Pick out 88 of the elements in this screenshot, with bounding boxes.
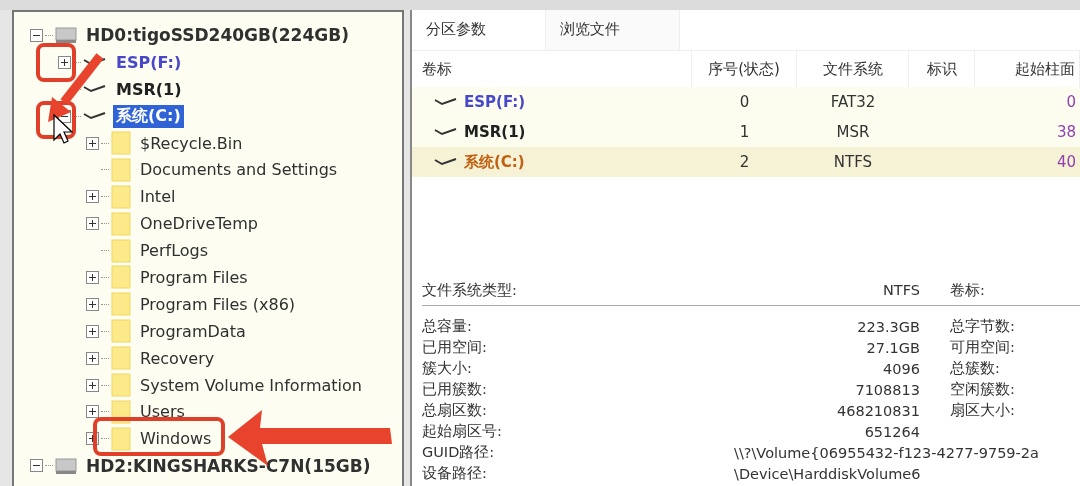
field-value: 27.1GB xyxy=(865,339,920,356)
field-label: 总字节数: xyxy=(950,317,1015,336)
field-label: 已用簇数: xyxy=(422,380,488,399)
field-label: 空闲簇数: xyxy=(950,380,1015,399)
field-label: 总容量: xyxy=(422,317,473,336)
tree-item[interactable]: Intel xyxy=(137,186,179,208)
field-label: 文件系统类型: xyxy=(422,280,518,300)
folder-icon xyxy=(111,157,131,182)
collapse-icon[interactable] xyxy=(30,28,43,42)
tree-item[interactable]: $Recycle.Bin xyxy=(137,132,246,154)
field-value: 7108813 xyxy=(854,381,920,398)
field-value: \Device\HarddiskVolume6 xyxy=(734,465,921,482)
folder-icon xyxy=(111,373,131,397)
disk-icon xyxy=(55,26,77,45)
folder-icon xyxy=(111,319,131,344)
tree-item[interactable]: Program Files (x86) xyxy=(137,293,299,315)
field-label: 设备路径: xyxy=(422,464,488,483)
folder-icon xyxy=(111,131,131,155)
folder-icon xyxy=(111,184,131,209)
expand-icon[interactable] xyxy=(86,270,99,284)
tree-item[interactable]: ESP(F:) xyxy=(113,51,185,73)
collapse-icon[interactable] xyxy=(30,459,43,473)
table-cell: MSR xyxy=(836,123,870,141)
field-value: 468210831 xyxy=(835,402,920,419)
field-value: \\?\Volume{06955432-f123-4277-9759-2a xyxy=(734,444,1039,461)
table-cell: 1 xyxy=(739,123,750,141)
expand-icon[interactable] xyxy=(86,297,99,311)
highlight-box xyxy=(36,43,76,82)
folder-icon xyxy=(111,292,131,317)
expand-icon[interactable] xyxy=(86,136,99,150)
field-label: 卷标: xyxy=(950,280,985,300)
cursor-icon xyxy=(53,113,74,144)
folder-icon xyxy=(111,426,131,451)
field-label: 总簇数: xyxy=(950,359,1000,378)
field-label: 总扇区数: xyxy=(422,401,488,420)
field-value: 223.3GB xyxy=(856,318,920,335)
expand-icon[interactable] xyxy=(86,217,99,231)
tree-item[interactable]: Documents and Settings xyxy=(137,159,341,181)
table-cell: MSR(1) xyxy=(464,123,526,141)
table-cell: 40 xyxy=(1056,153,1076,171)
table-cell: 2 xyxy=(739,153,750,171)
tree-item[interactable]: 系统(C:) xyxy=(113,104,184,128)
field-value: 651264 xyxy=(863,423,920,440)
tab[interactable]: 浏览文件 xyxy=(545,10,680,50)
highlight-box xyxy=(36,101,76,139)
table-cell: ESP(F:) xyxy=(464,93,526,111)
field-label: 已用空间: xyxy=(422,338,488,357)
table-cell: NTFS xyxy=(833,153,873,171)
expand-icon[interactable] xyxy=(86,378,99,392)
partition-icon xyxy=(434,96,458,108)
expand-icon[interactable] xyxy=(86,405,99,419)
expand-icon[interactable] xyxy=(86,324,99,338)
field-label: 簇大小: xyxy=(422,359,473,378)
field-label: 扇区大小: xyxy=(950,401,1015,420)
folder-icon xyxy=(111,211,131,236)
tree-item[interactable]: Windows xyxy=(137,428,215,450)
tree-item[interactable]: Program Files xyxy=(137,266,251,288)
folder-icon xyxy=(111,265,131,290)
partition-icon xyxy=(434,156,458,168)
field-label: 起始扇区号: xyxy=(422,422,503,441)
tree-item[interactable]: MSR(1) xyxy=(113,78,185,100)
table-cell: 0 xyxy=(739,93,750,111)
tree-item[interactable]: HD0:tigoSSD240GB(224GB) xyxy=(83,24,352,47)
field-value: NTFS xyxy=(882,282,920,298)
tree-item[interactable]: ProgramData xyxy=(137,320,249,342)
expand-icon[interactable] xyxy=(58,55,71,69)
table-row[interactable]: MSR(1) 1 MSR 38 xyxy=(412,117,1080,147)
tree-item[interactable]: System Volume Information xyxy=(137,374,365,396)
partition-icon xyxy=(434,126,458,138)
tree-item[interactable]: OneDriveTemp xyxy=(137,213,261,235)
arrow xyxy=(48,53,104,122)
expand-icon[interactable] xyxy=(86,351,99,365)
table-row[interactable]: 系统(C:) 2 NTFS 40 xyxy=(412,147,1080,177)
field-label: GUID路径: xyxy=(422,443,496,462)
folder-icon xyxy=(111,238,131,263)
table-cell: 系统(C:) xyxy=(464,152,525,172)
folder-icon xyxy=(111,346,131,371)
table-cell: 0 xyxy=(1066,93,1076,111)
tree-item[interactable]: HD2:KINGSHARKS-C7N(15GB) xyxy=(83,454,374,477)
expand-icon[interactable] xyxy=(86,190,99,204)
tree-item[interactable]: Recovery xyxy=(137,347,218,369)
table-cell: 38 xyxy=(1056,123,1076,141)
tree-item[interactable]: Users xyxy=(137,401,188,423)
field-value: 4096 xyxy=(882,360,920,377)
table-cell: FAT32 xyxy=(830,93,876,111)
tree-item[interactable]: PerfLogs xyxy=(137,240,212,262)
field-label: 可用空间: xyxy=(950,338,1015,357)
table-row[interactable]: ESP(F:) 0 FAT32 0 xyxy=(412,87,1080,117)
